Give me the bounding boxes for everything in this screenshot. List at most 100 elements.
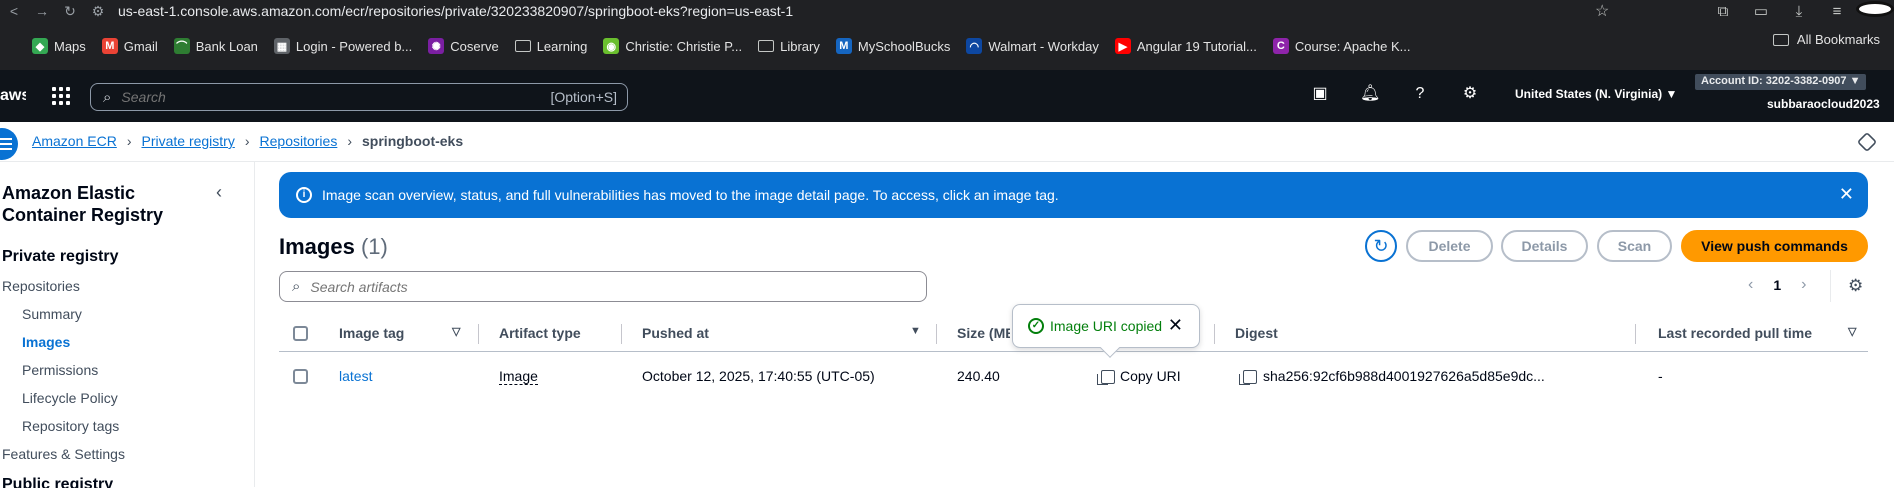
- sidebar-item-features-settings[interactable]: Features & Settings: [2, 446, 125, 462]
- aws-top-nav: aws ⌕ [Option+S] ▣ 🔔︎ ? ⚙ United States …: [0, 70, 1894, 122]
- copy-digest-icon[interactable]: [1239, 370, 1257, 385]
- scan-button[interactable]: Scan: [1597, 230, 1672, 262]
- hamburger-menu-icon[interactable]: [0, 128, 18, 160]
- breadcrumb-current: springboot-eks: [362, 133, 464, 149]
- bookmark-bank-loan[interactable]: ⌒ Bank Loan: [166, 32, 266, 60]
- account-username[interactable]: subbaraocloud2023: [1767, 97, 1880, 111]
- settings-gear-icon[interactable]: ⚙: [1460, 84, 1480, 104]
- extensions-icon[interactable]: ⧉: [1704, 3, 1742, 20]
- artifact-type[interactable]: Image: [499, 368, 538, 385]
- bookmark-learning[interactable]: Learning: [507, 32, 596, 60]
- console-search-input[interactable]: [121, 89, 522, 105]
- breadcrumb-bar: Amazon ECR › Private registry › Reposito…: [0, 122, 1894, 162]
- bookmark-walmart-workday[interactable]: ◠ Walmart - Workday: [958, 32, 1107, 60]
- site-info-icon[interactable]: ⚙: [84, 3, 112, 20]
- bank-loan-icon: ⌒: [173, 38, 190, 54]
- address-text[interactable]: us-east-1.console.aws.amazon.com/ecr/rep…: [118, 3, 793, 19]
- aws-logo[interactable]: aws: [0, 87, 26, 105]
- copy-uri-button[interactable]: Copy URI: [1120, 368, 1181, 384]
- select-all-checkbox[interactable]: [293, 326, 308, 341]
- delete-button[interactable]: Delete: [1406, 230, 1493, 262]
- bookmark-gmail[interactable]: M Gmail: [94, 32, 166, 60]
- bookmark-angular[interactable]: ▶ Angular 19 Tutorial...: [1107, 32, 1265, 60]
- forward-icon[interactable]: →: [28, 3, 56, 19]
- reading-list-icon[interactable]: ≡: [1818, 3, 1856, 20]
- profile-icon[interactable]: [1856, 1, 1894, 21]
- cast-icon[interactable]: ▭: [1742, 2, 1780, 20]
- info-flashbar: i Image scan overview, status, and full …: [279, 172, 1868, 218]
- cloudshell-icon[interactable]: ▣: [1310, 84, 1330, 104]
- bookmark-christie[interactable]: ◉ Christie: Christie P...: [595, 32, 750, 60]
- breadcrumb-amazon-ecr[interactable]: Amazon ECR: [32, 133, 117, 149]
- bookmark-apache-course[interactable]: C Course: Apache K...: [1265, 32, 1419, 60]
- sidebar-section-private-registry[interactable]: Private registry: [2, 248, 119, 266]
- sidebar-item-lifecycle-policy[interactable]: Lifecycle Policy: [22, 390, 118, 406]
- maps-icon: ◆: [32, 38, 48, 54]
- bookmark-login[interactable]: ▦ Login - Powered b...: [266, 32, 420, 60]
- view-push-commands-button[interactable]: View push commands: [1681, 230, 1868, 262]
- sidebar-item-repositories[interactable]: Repositories: [2, 278, 80, 294]
- collapse-sidebar-icon[interactable]: ‹: [216, 182, 222, 203]
- tools-panel-icon[interactable]: [1856, 131, 1878, 153]
- gmail-icon: M: [101, 38, 118, 54]
- search-icon: ⌕: [292, 278, 301, 295]
- download-icon[interactable]: ⤓: [1780, 3, 1818, 20]
- sort-descending-icon[interactable]: ▼: [910, 325, 921, 337]
- sidebar-item-permissions[interactable]: Permissions: [22, 362, 98, 378]
- refresh-icon: ↻: [1373, 236, 1389, 256]
- search-artifacts-input[interactable]: [310, 278, 891, 295]
- header-digest[interactable]: Digest: [1235, 325, 1278, 341]
- bookmark-coserve[interactable]: ✺ Coserve: [420, 32, 506, 60]
- sidebar-item-images[interactable]: Images: [22, 334, 70, 350]
- chevron-right-icon[interactable]: ›: [1801, 276, 1806, 294]
- sidebar-title[interactable]: Amazon Elastic Container Registry: [2, 182, 202, 226]
- sidebar-item-repository-tags[interactable]: Repository tags: [22, 418, 119, 434]
- search-artifacts[interactable]: ⌕: [279, 271, 927, 302]
- column-divider[interactable]: [478, 324, 479, 344]
- sort-icon[interactable]: ▽: [1848, 325, 1856, 338]
- help-icon[interactable]: ?: [1410, 84, 1430, 104]
- sidebar-item-summary[interactable]: Summary: [22, 306, 82, 322]
- services-grid-icon[interactable]: [52, 87, 70, 105]
- header-artifact-type[interactable]: Artifact type: [499, 325, 581, 341]
- copy-icon[interactable]: [1097, 370, 1115, 385]
- bookmark-myschoolbucks[interactable]: M MySchoolBucks: [828, 32, 958, 60]
- breadcrumb-repositories[interactable]: Repositories: [260, 133, 338, 149]
- folder-icon: [758, 40, 775, 52]
- details-button[interactable]: Details: [1501, 230, 1588, 262]
- bookmark-maps[interactable]: ◆ Maps: [24, 32, 94, 60]
- notifications-bell-icon[interactable]: 🔔︎: [1360, 84, 1380, 104]
- breadcrumb-private-registry[interactable]: Private registry: [141, 133, 234, 149]
- side-navigation: Amazon Elastic Container Registry ‹ Priv…: [0, 162, 255, 488]
- header-image-tag[interactable]: Image tag: [339, 325, 404, 341]
- column-divider[interactable]: [1214, 324, 1215, 344]
- image-tag-link[interactable]: latest: [339, 368, 372, 384]
- sort-icon[interactable]: ▽: [452, 325, 460, 338]
- search-shortcut: [Option+S]: [550, 89, 617, 105]
- page-number[interactable]: 1: [1773, 277, 1781, 293]
- column-divider[interactable]: [936, 324, 937, 344]
- console-search[interactable]: ⌕ [Option+S]: [90, 83, 628, 111]
- breadcrumb: Amazon ECR › Private registry › Reposito…: [32, 133, 463, 149]
- header-last-pull-time[interactable]: Last recorded pull time: [1658, 325, 1812, 341]
- reload-icon[interactable]: ↻: [56, 3, 84, 20]
- account-id-badge[interactable]: Account ID: 3202-3382-0907 ▼: [1695, 74, 1867, 90]
- header-pushed-at[interactable]: Pushed at: [642, 325, 709, 341]
- back-icon[interactable]: <: [0, 3, 28, 19]
- region-selector[interactable]: United States (N. Virginia) ▼: [1515, 87, 1677, 101]
- chevron-left-icon[interactable]: ‹: [1748, 276, 1753, 294]
- header-size[interactable]: Size (MB): [957, 325, 1010, 341]
- popover-message: Image URI copied: [1050, 318, 1163, 334]
- table-settings-gear-icon[interactable]: ⚙: [1848, 276, 1863, 296]
- refresh-button[interactable]: ↻: [1365, 230, 1397, 262]
- bookmark-library[interactable]: Library: [750, 32, 828, 60]
- column-divider[interactable]: [621, 324, 622, 344]
- column-divider[interactable]: [1635, 324, 1636, 344]
- bookmark-star-icon[interactable]: ☆: [1595, 1, 1609, 21]
- sidebar-section-public-registry[interactable]: Public registry: [2, 476, 113, 488]
- close-icon[interactable]: ✕: [1839, 184, 1854, 205]
- row-checkbox[interactable]: [293, 369, 308, 384]
- close-icon[interactable]: ✕: [1168, 315, 1183, 336]
- all-bookmarks[interactable]: All Bookmarks: [1772, 32, 1880, 47]
- flash-message: Image scan overview, status, and full vu…: [322, 187, 1059, 203]
